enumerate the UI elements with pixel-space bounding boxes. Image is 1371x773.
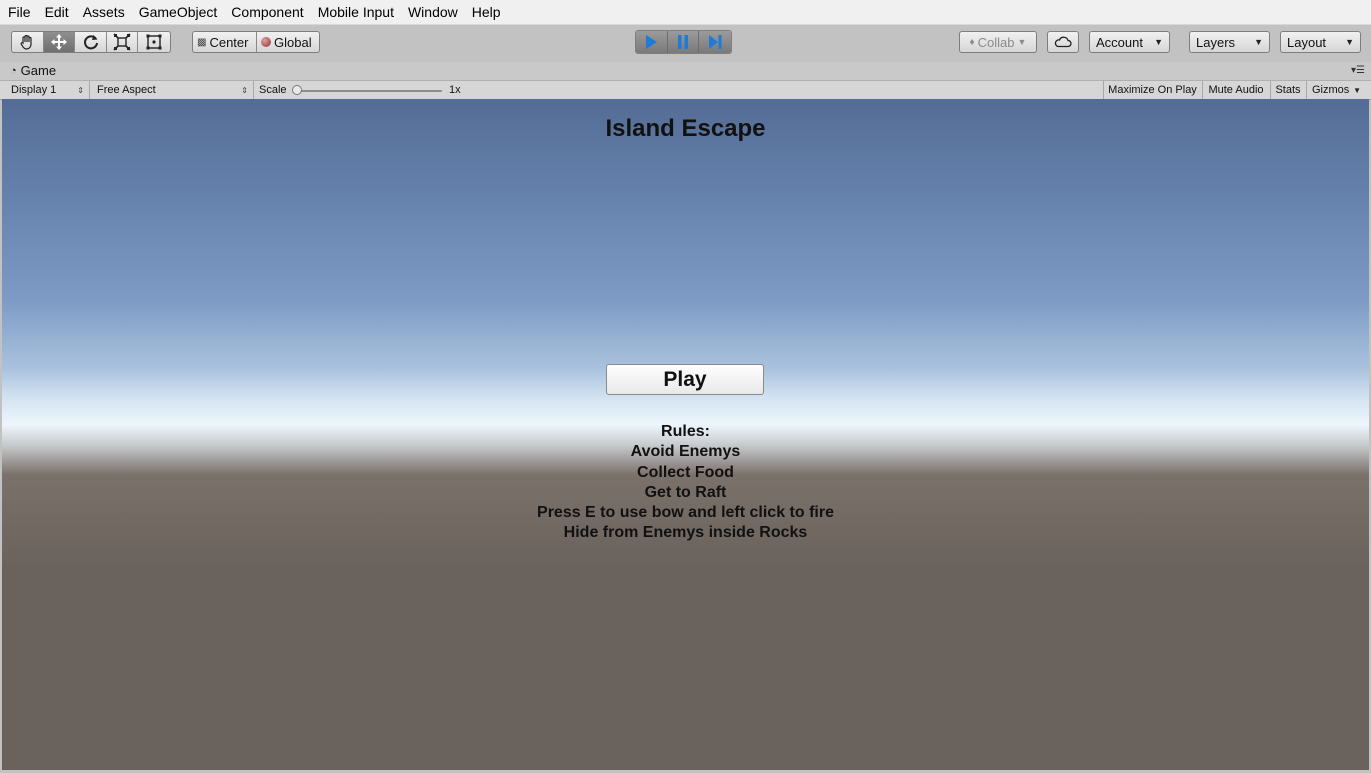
game-tab-header: ◔ Game ▾☰ — [0, 62, 1371, 80]
pivot-toggles: ▩ Center Global — [192, 31, 320, 53]
hand-tool-icon[interactable] — [12, 32, 44, 52]
collab-button[interactable]: ♦ Collab ▼ — [959, 31, 1037, 53]
menu-file[interactable]: File — [0, 0, 38, 24]
panel-menu-icon[interactable]: ▾☰ — [1351, 65, 1365, 76]
menu-gameobject[interactable]: GameObject — [132, 0, 225, 24]
transform-tools — [11, 31, 171, 53]
mute-audio-toggle[interactable]: Mute Audio — [1202, 81, 1269, 99]
rule-line: Press E to use bow and left click to fir… — [537, 504, 834, 522]
aspect-select[interactable]: Free Aspect ⇕ — [92, 81, 254, 99]
rule-line: Get to Raft — [644, 483, 727, 501]
chevron-down-icon: ▼ — [1345, 37, 1354, 47]
rules-text: Rules: Avoid Enemys Collect Food Get to … — [2, 422, 1369, 544]
game-play-button[interactable]: Play — [606, 364, 764, 395]
scale-label: Scale — [259, 84, 287, 96]
menu-mobile-input[interactable]: Mobile Input — [311, 0, 401, 24]
game-viewport[interactable]: Island Escape Play Rules: Avoid Enemys C… — [2, 99, 1369, 770]
play-icon — [646, 35, 658, 49]
pivot-space-label: Global — [274, 34, 312, 50]
gizmos-label: Gizmos — [1312, 84, 1350, 96]
cloud-icon — [1054, 36, 1072, 48]
step-icon — [709, 35, 722, 49]
scale-value: 1x — [449, 84, 461, 96]
menu-bar: File Edit Assets GameObject Component Mo… — [0, 0, 1371, 25]
unity-editor-window: File Edit Assets GameObject Component Mo… — [0, 0, 1371, 773]
aspect-label: Free Aspect — [97, 84, 156, 96]
gizmos-toggle[interactable]: Gizmos ▼ — [1306, 81, 1364, 99]
chevron-down-icon: ▼ — [1254, 37, 1263, 47]
chevron-down-icon: ▼ — [1017, 37, 1027, 47]
move-tool-icon[interactable] — [43, 32, 76, 52]
menu-assets[interactable]: Assets — [76, 0, 132, 24]
layout-dropdown[interactable]: Layout ▼ — [1280, 31, 1361, 53]
game-view-toolbar: Display 1 ⇕ Free Aspect ⇕ Scale 1x Maxim… — [0, 80, 1371, 100]
rule-line: Hide from Enemys inside Rocks — [563, 524, 808, 542]
collab-label: Collab — [977, 34, 1015, 50]
display-select[interactable]: Display 1 ⇕ — [6, 81, 90, 99]
maximize-on-play-label: Maximize On Play — [1108, 84, 1197, 96]
menu-edit[interactable]: Edit — [38, 0, 76, 24]
tab-game[interactable]: ◔ Game — [10, 63, 56, 78]
chevron-down-icon[interactable]: ▼ — [1353, 86, 1361, 95]
menu-help[interactable]: Help — [465, 0, 508, 24]
game-title: Island Escape — [605, 115, 766, 142]
menu-component[interactable]: Component — [224, 0, 310, 24]
mute-audio-label: Mute Audio — [1208, 84, 1264, 96]
rotate-tool-icon[interactable] — [75, 32, 107, 52]
account-dropdown[interactable]: Account ▼ — [1089, 31, 1170, 53]
pivot-center-icon: ▩ — [197, 36, 207, 48]
scale-tool-icon[interactable] — [107, 32, 139, 52]
tab-game-label: Game — [20, 63, 57, 78]
play-button[interactable] — [636, 31, 668, 53]
maximize-on-play-toggle[interactable]: Maximize On Play — [1103, 81, 1201, 99]
scale-slider-thumb[interactable] — [292, 85, 302, 95]
scale-slider-track[interactable] — [295, 90, 442, 92]
menu-window[interactable]: Window — [401, 0, 465, 24]
rule-line: Avoid Enemys — [630, 443, 741, 461]
rules-heading: Rules: — [661, 423, 710, 440]
globe-icon — [261, 37, 271, 47]
playback-controls — [635, 30, 732, 54]
cloud-button[interactable] — [1047, 31, 1079, 53]
display-label: Display 1 — [11, 84, 57, 96]
account-label: Account — [1096, 34, 1143, 50]
pause-icon — [678, 35, 688, 49]
rule-line: Collect Food — [637, 463, 734, 481]
step-button[interactable] — [699, 31, 731, 53]
chevron-down-icon: ▼ — [1154, 37, 1163, 47]
layers-dropdown[interactable]: Layers ▼ — [1189, 31, 1270, 53]
main-toolbar: ▩ Center Global ♦ Collab ▼ Account ▼ Lay… — [0, 25, 1371, 61]
game-view-icon: ◔ — [10, 64, 17, 77]
layers-label: Layers — [1196, 34, 1236, 50]
updown-arrows-icon: ⇕ — [241, 85, 248, 95]
layout-label: Layout — [1287, 34, 1327, 50]
stats-label: Stats — [1275, 84, 1301, 96]
collab-icon: ♦ — [969, 36, 975, 48]
updown-arrows-icon: ⇕ — [77, 85, 84, 95]
pause-button[interactable] — [667, 31, 700, 53]
pivot-space-button[interactable]: Global — [257, 32, 316, 52]
stats-toggle[interactable]: Stats — [1270, 81, 1305, 99]
pivot-mode-label: Center — [209, 34, 249, 50]
rect-tool-icon[interactable] — [138, 32, 170, 52]
pivot-mode-button[interactable]: ▩ Center — [193, 32, 257, 52]
